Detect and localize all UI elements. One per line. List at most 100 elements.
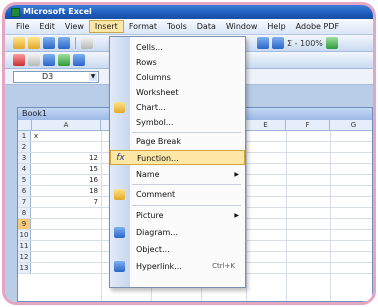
undo-icon[interactable]: [257, 37, 269, 49]
fill-color-icon[interactable]: [58, 54, 70, 66]
menu-item-worksheet[interactable]: Worksheet: [110, 85, 245, 100]
menu-item-comment[interactable]: Comment: [110, 187, 245, 202]
row-header[interactable]: 6: [18, 186, 31, 196]
menu-item-label: Function...: [137, 154, 179, 163]
submenu-arrow-icon: ▶: [234, 212, 239, 219]
row-header[interactable]: 13: [18, 263, 31, 273]
menu-item-label: Rows: [136, 58, 157, 67]
menu-item-rows[interactable]: Rows: [110, 55, 245, 70]
align-icon[interactable]: [43, 54, 55, 66]
menu-separator: [132, 184, 241, 185]
menu-help[interactable]: Help: [262, 21, 290, 32]
toolbar-separator: [75, 37, 76, 49]
row-header[interactable]: 4: [18, 164, 31, 174]
menu-separator: [132, 132, 241, 133]
redo-icon[interactable]: [272, 37, 284, 49]
bold-icon[interactable]: [13, 54, 25, 66]
menu-format[interactable]: Format: [124, 21, 162, 32]
cell-a3[interactable]: 12: [32, 153, 100, 163]
menu-file[interactable]: File: [11, 21, 34, 32]
cell-a4[interactable]: 15: [32, 164, 100, 174]
menu-item-label: Diagram...: [136, 228, 178, 237]
row-header[interactable]: 11: [18, 241, 31, 251]
menu-item-name[interactable]: Name ▶: [110, 167, 245, 182]
menu-item-columns[interactable]: Columns: [110, 70, 245, 85]
row-header[interactable]: 10: [18, 230, 31, 240]
name-box-value: D3: [42, 72, 54, 81]
insert-menu-dropdown: Cells... Rows Columns Worksheet Chart...…: [109, 36, 246, 288]
cell-a1[interactable]: x: [32, 131, 100, 141]
permission-icon[interactable]: [58, 37, 70, 49]
menu-item-label: Columns: [136, 73, 171, 82]
row-header[interactable]: 1: [18, 131, 31, 141]
italic-icon[interactable]: [28, 54, 40, 66]
cell-a7[interactable]: 7: [32, 197, 100, 207]
cell-a12[interactable]: [32, 252, 100, 262]
menu-item-symbol[interactable]: Symbol...: [110, 115, 245, 130]
diagram-icon: [114, 227, 125, 238]
menu-data[interactable]: Data: [192, 21, 221, 32]
new-icon[interactable]: [13, 37, 25, 49]
column-header-e[interactable]: E: [246, 120, 286, 131]
row-header[interactable]: 9: [18, 219, 31, 229]
cell-a13[interactable]: [32, 263, 100, 273]
menu-item-label: Cells...: [136, 43, 163, 52]
menu-window[interactable]: Window: [221, 21, 263, 32]
menu-item-label: Name: [136, 170, 160, 179]
menu-item-shortcut: Ctrl+K: [212, 262, 235, 270]
menu-insert[interactable]: Insert: [88, 20, 124, 33]
menu-item-cells[interactable]: Cells...: [110, 40, 245, 55]
menu-item-label: Comment: [136, 190, 176, 199]
menu-adobe-pdf[interactable]: Adobe PDF: [291, 21, 344, 32]
cell-a2[interactable]: [32, 142, 100, 152]
menu-item-label: Symbol...: [136, 118, 174, 127]
menu-item-label: Hyperlink...: [136, 262, 182, 271]
row-header[interactable]: 8: [18, 208, 31, 218]
menu-item-picture[interactable]: Picture ▶: [110, 208, 245, 223]
cell-a5[interactable]: 16: [32, 175, 100, 185]
title-bar: Microsoft Excel: [5, 5, 373, 19]
menu-item-object[interactable]: Object...: [110, 242, 245, 257]
function-icon: fx: [116, 153, 125, 163]
cell-a8[interactable]: [32, 208, 100, 218]
row-header[interactable]: 5: [18, 175, 31, 185]
print-icon[interactable]: [81, 37, 93, 49]
menu-bar: File Edit View Insert Format Tools Data …: [5, 19, 373, 35]
menu-item-label: Picture: [136, 211, 164, 220]
window-title: Microsoft Excel: [23, 7, 92, 16]
row-header[interactable]: 7: [18, 197, 31, 207]
menu-item-diagram[interactable]: Diagram...: [110, 225, 245, 240]
menu-tools[interactable]: Tools: [162, 21, 192, 32]
menu-item-label: Worksheet: [136, 88, 179, 97]
cell-a6[interactable]: 18: [32, 186, 100, 196]
font-color-icon[interactable]: [73, 54, 85, 66]
menu-item-function[interactable]: fx Function...: [110, 150, 245, 165]
name-box[interactable]: D3 ▼: [13, 71, 99, 83]
menu-separator: [132, 205, 241, 206]
menu-view[interactable]: View: [60, 21, 89, 32]
select-all-corner[interactable]: [18, 120, 32, 131]
autosum-zoom-text[interactable]: Σ - 100%: [287, 39, 323, 48]
cell-a9[interactable]: [32, 219, 100, 229]
menu-item-label: Chart...: [136, 103, 166, 112]
column-header-f[interactable]: F: [286, 120, 330, 131]
chevron-down-icon[interactable]: ▼: [89, 73, 97, 81]
menu-item-page-break[interactable]: Page Break: [110, 134, 245, 149]
row-header[interactable]: 12: [18, 252, 31, 262]
open-icon[interactable]: [28, 37, 40, 49]
toolbar-right-group: Σ - 100%: [257, 37, 338, 49]
cell-a11[interactable]: [32, 241, 100, 251]
menu-item-hyperlink[interactable]: Hyperlink... Ctrl+K: [110, 259, 245, 274]
submenu-arrow-icon: ▶: [234, 171, 239, 178]
book-title: Book1: [22, 109, 47, 118]
menu-item-chart[interactable]: Chart...: [110, 100, 245, 115]
save-icon[interactable]: [43, 37, 55, 49]
chart-wizard-icon[interactable]: [325, 37, 338, 49]
hyperlink-icon: [114, 261, 125, 272]
row-header[interactable]: 3: [18, 153, 31, 163]
row-header[interactable]: 2: [18, 142, 31, 152]
column-header-g[interactable]: G: [330, 120, 373, 131]
menu-edit[interactable]: Edit: [34, 21, 60, 32]
cell-a10[interactable]: [32, 230, 100, 240]
column-header-a[interactable]: A: [32, 120, 101, 131]
